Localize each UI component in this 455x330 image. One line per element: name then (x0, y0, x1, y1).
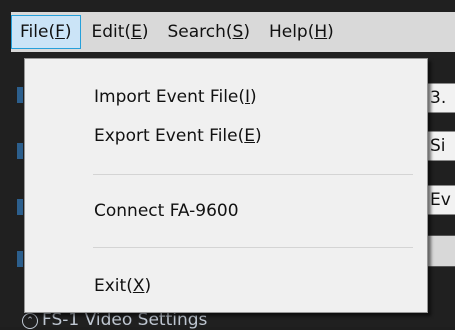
menu-search[interactable]: Search(S) (159, 15, 257, 49)
menu-separator (93, 247, 413, 248)
menu-item-exit[interactable]: Exit(X) (27, 268, 425, 304)
background-field[interactable]: Si (425, 131, 455, 161)
menu-item-mnemonic: X (132, 276, 145, 296)
side-marker (17, 87, 23, 103)
menu-help-suffix: ) (327, 22, 334, 42)
menu-search-mnemonic: S (232, 22, 244, 42)
menu-file[interactable]: File(F) (11, 15, 81, 49)
side-marker (17, 199, 23, 215)
menu-item-suffix: ) (250, 87, 257, 107)
side-marker (17, 143, 23, 159)
menu-search-suffix: ) (243, 22, 250, 42)
menu-item-connect-fa-9600[interactable]: Connect FA-9600 (27, 193, 425, 229)
menu-help-label: Help( (268, 22, 315, 42)
menu-help-mnemonic: H (314, 22, 328, 42)
menu-edit[interactable]: Edit(E) (84, 15, 157, 49)
section-header-fs1-video-settings[interactable]: ⌃ FS-1 Video Settings (22, 310, 207, 330)
menu-file-mnemonic: F (55, 22, 65, 42)
menu-edit-suffix: ) (141, 22, 149, 42)
file-dropdown-menu: Import Event File(I) Export Event File(E… (24, 58, 428, 313)
menu-item-export-event-file[interactable]: Export Event File(E) (27, 118, 425, 154)
menu-item-label: Exit( (94, 276, 133, 296)
menu-edit-mnemonic: E (131, 22, 142, 42)
menu-help[interactable]: Help(H) (261, 15, 342, 49)
section-header-label: FS-1 Video Settings (42, 310, 208, 330)
menu-bar: File(F) Edit(E) Search(S) Help(H) (11, 12, 455, 52)
background-button[interactable] (425, 235, 455, 267)
menu-separator (93, 174, 413, 175)
menu-file-suffix: ) (64, 22, 72, 42)
menu-item-suffix: ) (255, 126, 262, 146)
menu-item-import-event-file[interactable]: Import Event File(I) (27, 79, 425, 115)
background-field[interactable]: Ev (425, 185, 455, 215)
menu-item-label: Import Event File( (94, 87, 246, 107)
background-field[interactable]: 3. (425, 83, 455, 113)
menu-item-mnemonic: E (244, 126, 255, 146)
menu-edit-label: Edit( (91, 22, 132, 42)
menu-item-label: Connect FA-9600 (94, 201, 239, 221)
side-marker (17, 251, 23, 267)
menu-item-label: Export Event File( (94, 126, 245, 146)
menu-file-label: File( (20, 22, 56, 42)
menu-item-suffix: ) (144, 276, 152, 296)
menu-search-label: Search( (167, 22, 233, 42)
